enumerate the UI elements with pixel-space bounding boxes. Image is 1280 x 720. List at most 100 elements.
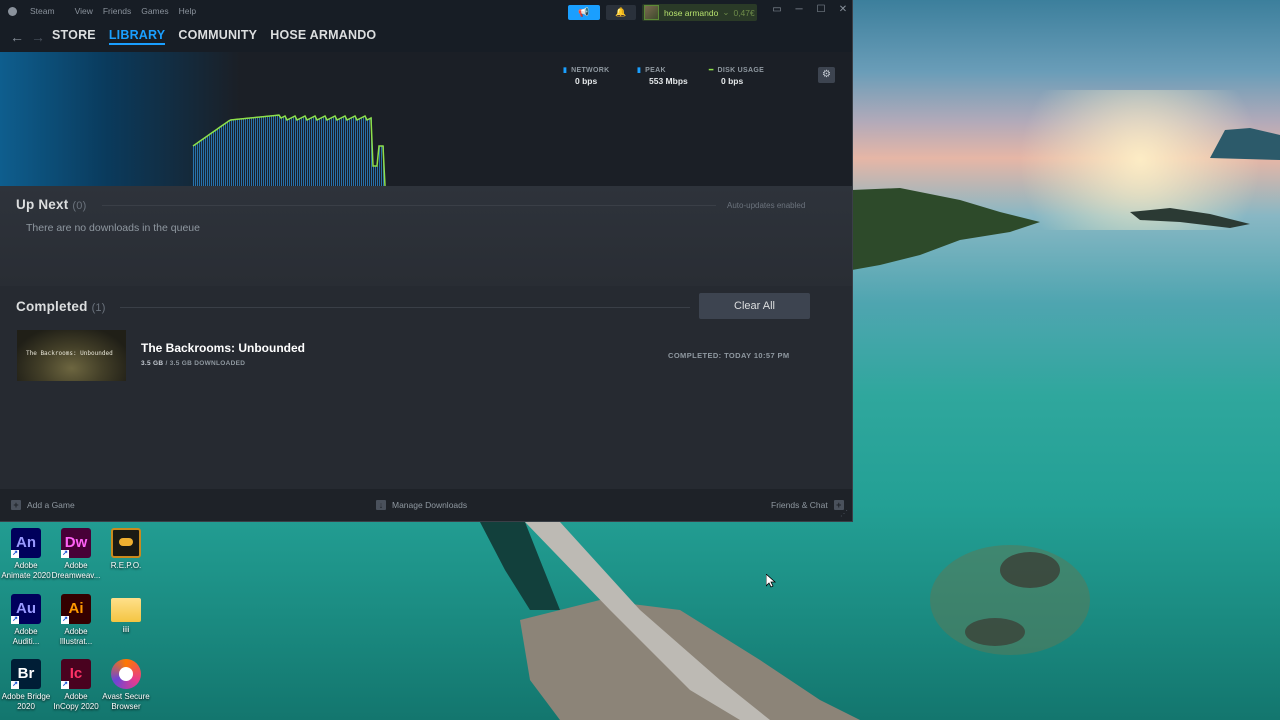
graph-bar xyxy=(239,119,240,186)
graph-bar xyxy=(293,117,294,186)
maximize-icon[interactable]: ☐ xyxy=(810,4,832,15)
desktop-icon-dreamweaver[interactable]: Dw ↗ Adobe Dreamweav... xyxy=(51,528,101,581)
graph-bar xyxy=(327,120,328,186)
announcements-button[interactable]: 📢 xyxy=(568,5,600,20)
title-bar: Steam View Friends Games Help 📢 🔔 hose a… xyxy=(0,0,852,24)
incopy-icon: Ic ↗ xyxy=(61,659,91,689)
graph-bar xyxy=(195,144,196,186)
add-game-button[interactable]: + Add a Game xyxy=(11,500,75,510)
graph-bar xyxy=(305,116,306,186)
main-nav: STORE LIBRARY COMMUNITY HOSE ARMANDO xyxy=(52,28,389,45)
menu-steam[interactable]: Steam xyxy=(8,6,65,16)
graph-bar xyxy=(219,127,220,186)
graph-bar xyxy=(229,120,230,186)
folder-icon xyxy=(111,598,141,622)
desktop-icon-bridge[interactable]: Br ↗ Adobe Bridge 2020 xyxy=(1,659,51,712)
desktop-icon-label: Adobe Bridge 2020 xyxy=(1,692,51,711)
graph-bar xyxy=(261,116,262,186)
graph-bar xyxy=(237,119,238,186)
completed-heading: Completed (1) xyxy=(16,299,106,314)
add-game-label: Add a Game xyxy=(27,500,75,510)
tab-profile[interactable]: HOSE ARMANDO xyxy=(270,28,376,45)
desktop-icon-avast[interactable]: Avast Secure Browser xyxy=(101,659,151,712)
graph-bar xyxy=(213,132,214,186)
menu-friends[interactable]: Friends xyxy=(103,6,131,16)
downloads-content: Up Next (0) Auto-updates enabled There ar… xyxy=(0,186,852,489)
graph-bar xyxy=(351,118,352,186)
graph-bar xyxy=(279,115,280,186)
menu-games[interactable]: Games xyxy=(141,6,168,16)
friends-chat-label: Friends & Chat xyxy=(771,500,828,510)
desktop-icon-label: iiii xyxy=(122,625,130,634)
tab-store[interactable]: STORE xyxy=(52,28,96,45)
graph-bar xyxy=(233,119,234,186)
desktop-icon-incopy[interactable]: Ic ↗ Adobe InCopy 2020 xyxy=(51,659,101,712)
completed-title: Completed xyxy=(16,299,88,314)
graph-bar xyxy=(315,116,316,186)
graph-bar xyxy=(317,120,318,186)
graph-bar xyxy=(255,117,256,186)
back-arrow-icon[interactable]: ← xyxy=(10,29,24,45)
desktop-icon-illustrator[interactable]: Ai ↗ Adobe Illustrat... xyxy=(51,594,101,647)
manage-downloads-button[interactable]: ↓ Manage Downloads xyxy=(376,500,467,510)
graph-bar xyxy=(283,117,284,186)
desktop-icon-animate[interactable]: An ↗ Adobe Animate 2020 xyxy=(1,528,51,581)
graph-bar xyxy=(267,116,268,186)
menu-help[interactable]: Help xyxy=(179,6,196,16)
graph-bar xyxy=(301,118,302,186)
graph-bar xyxy=(277,115,278,186)
minimize-icon[interactable]: ─ xyxy=(788,4,810,15)
graph-bar xyxy=(347,120,348,186)
window-controls: ▭ ─ ☐ ✕ xyxy=(766,4,852,15)
menu-view[interactable]: View xyxy=(75,6,93,16)
game-thumbnail[interactable]: The Backrooms: Unbounded xyxy=(17,330,126,381)
graph-bar xyxy=(251,117,252,186)
desktop-icon-label: Adobe Illustrat... xyxy=(59,627,93,646)
disk-value: 0 bps xyxy=(721,76,744,86)
desktop-icon-audition[interactable]: Au ↗ Adobe Auditi... xyxy=(1,594,51,647)
download-settings-button[interactable]: ⚙ xyxy=(818,67,835,83)
graph-bar xyxy=(359,119,360,186)
graph-bar xyxy=(295,116,296,186)
resize-grip-icon[interactable]: ⋰ xyxy=(840,509,848,518)
graph-bar xyxy=(329,119,330,186)
stat-network: ▮ NETWORK 0 bps xyxy=(563,66,609,87)
tab-community[interactable]: COMMUNITY xyxy=(178,28,257,45)
graph-bar xyxy=(275,115,276,186)
desktop-icon-repo[interactable]: R.E.P.O. xyxy=(101,528,151,571)
game-title[interactable]: The Backrooms: Unbounded xyxy=(141,341,305,355)
graph-bar xyxy=(203,139,204,186)
line-legend-icon: ━ xyxy=(709,67,714,74)
forward-arrow-icon[interactable]: → xyxy=(31,29,45,45)
graph-bar xyxy=(325,116,326,186)
friends-chat-button[interactable]: Friends & Chat + xyxy=(771,500,844,510)
account-menu[interactable]: hose armando ⌄ 0,47€ xyxy=(642,4,757,21)
graph-bar xyxy=(375,166,376,186)
graph-bar xyxy=(225,123,226,186)
bars-icon: ▮ xyxy=(563,67,568,74)
notifications-button[interactable]: 🔔 xyxy=(606,5,636,20)
robot-face-shape xyxy=(119,538,133,546)
desktop-icon-folder[interactable]: iiii xyxy=(101,594,151,635)
plus-icon: + xyxy=(11,500,21,510)
manage-downloads-label: Manage Downloads xyxy=(392,500,468,510)
clear-all-button[interactable]: Clear All xyxy=(699,293,810,319)
illustrator-icon: Ai ↗ xyxy=(61,594,91,624)
graph-bar xyxy=(269,116,270,186)
shortcut-arrow-icon: ↗ xyxy=(61,681,69,689)
close-icon[interactable]: ✕ xyxy=(832,4,852,15)
download-graph-panel: ▮ NETWORK 0 bps ▮ PEAK 553 Mbps ━ DISK USAG… xyxy=(0,52,852,186)
graph-bar xyxy=(231,119,232,186)
graph-bar xyxy=(249,118,250,186)
up-next-panel xyxy=(0,186,852,286)
graph-bar xyxy=(331,118,332,186)
divider xyxy=(120,307,690,308)
tab-library[interactable]: LIBRARY xyxy=(108,28,166,45)
graph-bar xyxy=(245,118,246,186)
up-next-heading: Up Next (0) xyxy=(16,197,86,212)
graph-bar xyxy=(373,166,374,186)
graph-bar xyxy=(297,120,298,186)
big-picture-icon[interactable]: ▭ xyxy=(766,4,788,15)
gear-icon: ⚙ xyxy=(822,69,831,80)
completed-count: (1) xyxy=(91,302,106,314)
